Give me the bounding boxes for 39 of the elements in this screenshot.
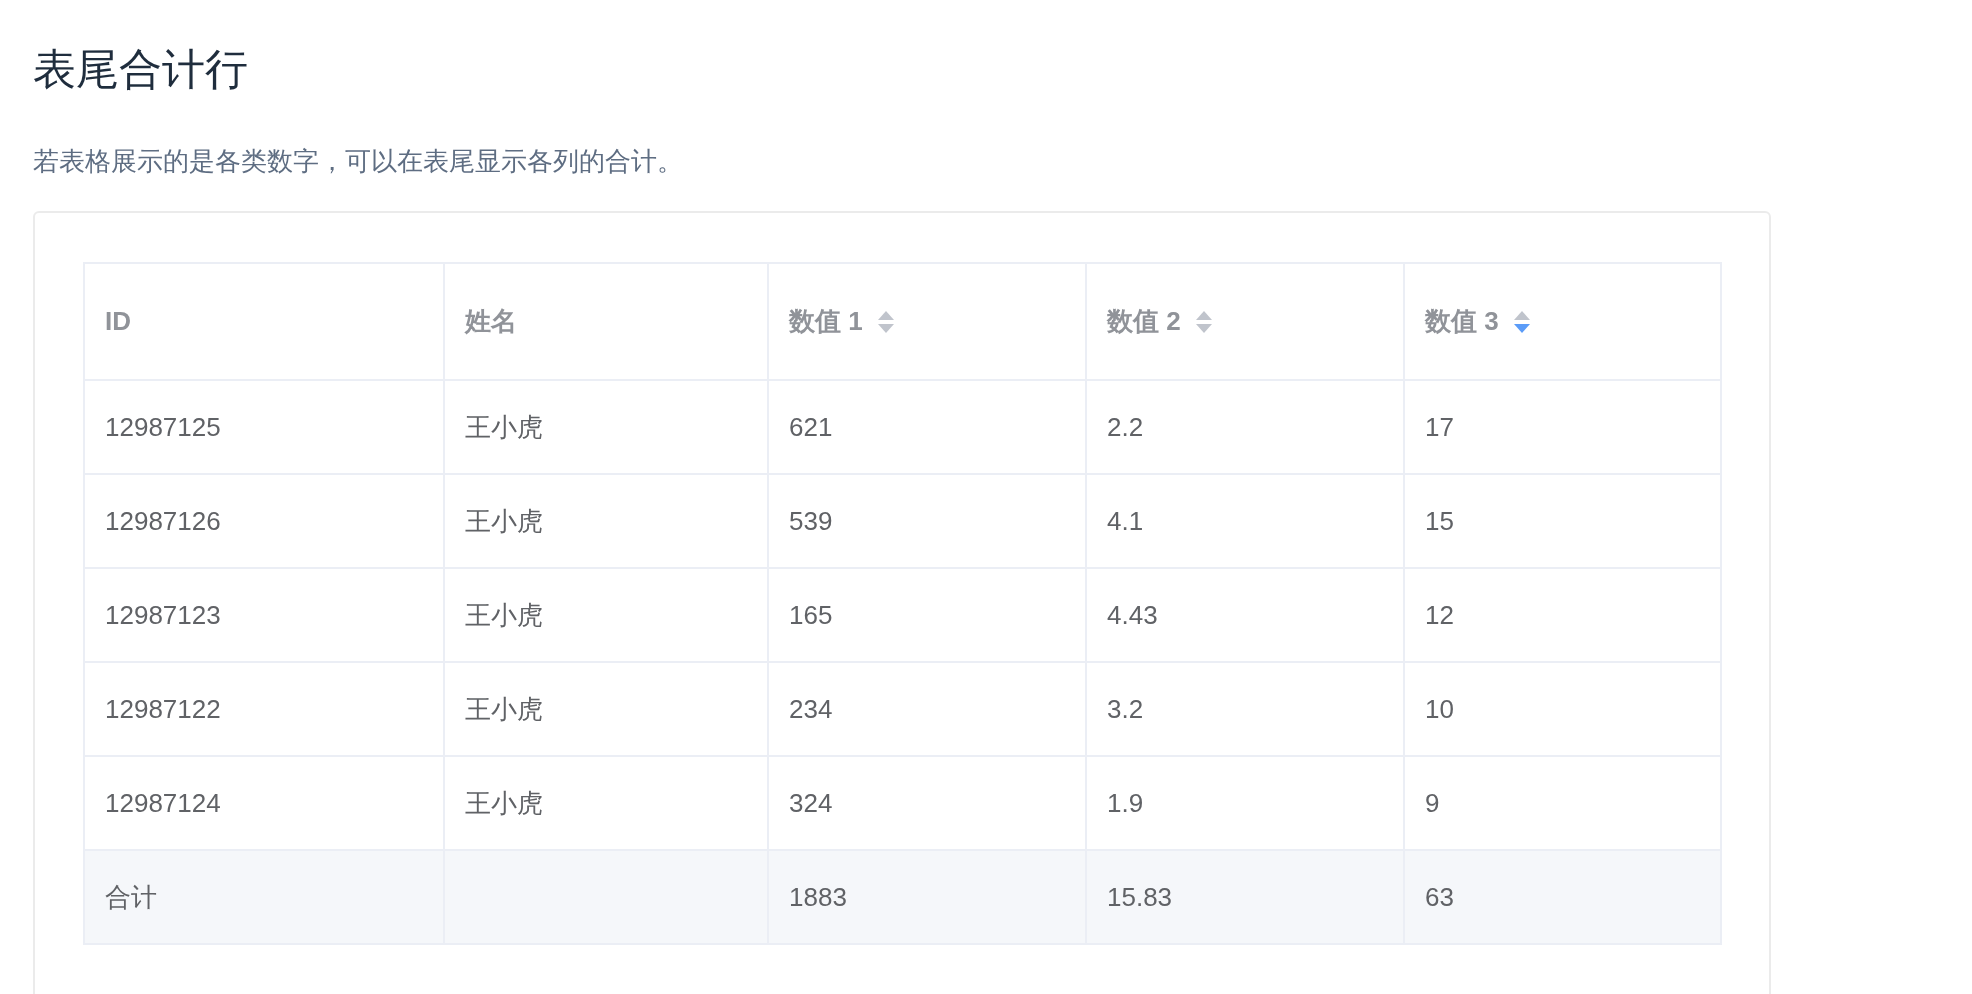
column-header: ID [105,306,131,337]
table-cell: 12987122 [105,693,221,724]
table-cell: 2.2 [1107,411,1144,442]
column-header: 姓名 [465,305,517,338]
sort-icon[interactable] [876,309,895,334]
table-cell: 3.2 [1107,693,1144,724]
table-cell: 王小虎 [465,411,543,442]
table-cell: 539 [789,505,833,536]
table-cell: 9 [1425,787,1440,818]
table-cell: 王小虎 [465,505,543,536]
column-header: 数值 3 [1425,305,1499,338]
sort-icon[interactable] [1194,309,1213,334]
table-cell: 4.1 [1107,505,1144,536]
table-cell: 234 [789,693,833,724]
column-header: 数值 2 [1107,305,1181,338]
summary-cell: 15.83 [1107,881,1173,912]
table-cell: 621 [789,411,833,442]
sort-icon[interactable] [1512,309,1531,334]
table-cell: 12987123 [105,599,221,630]
table-cell: 324 [789,787,833,818]
table-cell: 王小虎 [465,693,543,724]
column-header: 数值 1 [789,305,863,338]
table-cell: 1.9 [1107,787,1144,818]
table-cell: 15 [1425,505,1454,536]
description-text: 若表格展示的是各类数字，可以在表尾显示各列的合计。 [33,145,684,178]
table-cell: 王小虎 [465,787,543,818]
summary-cell: 1883 [789,881,847,912]
table-cell: 12987126 [105,505,221,536]
table-cell: 12 [1425,599,1454,630]
table-cell: 王小虎 [465,599,543,630]
section-title: 表尾合计行 [33,44,249,95]
table-cell: 4.43 [1107,599,1158,630]
table-cell: 10 [1425,693,1454,724]
table-cell: 12987125 [105,411,221,442]
table-cell: 12987124 [105,787,221,818]
summary-cell: 63 [1425,881,1454,912]
table-cell: 165 [789,599,833,630]
summary-label: 合计 [105,881,157,912]
table-cell: 17 [1425,411,1454,442]
